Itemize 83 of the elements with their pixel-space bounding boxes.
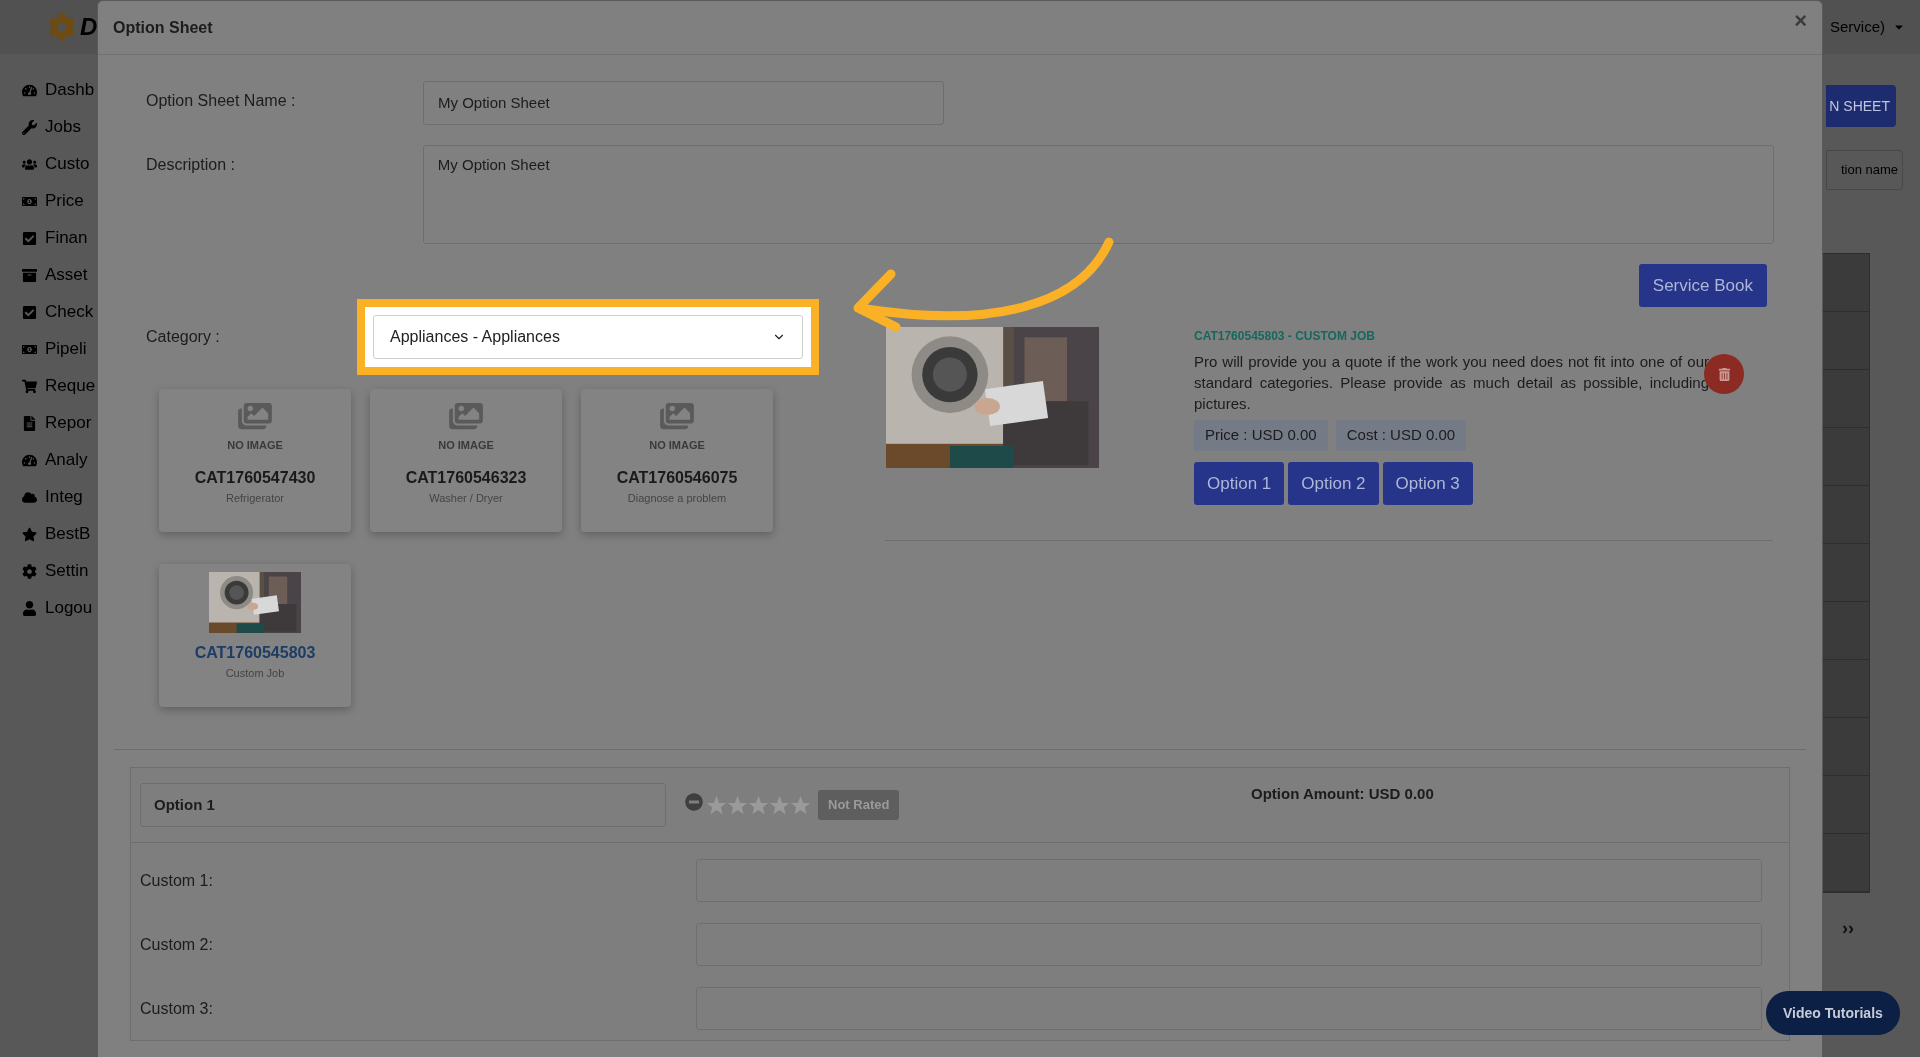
clear-rating-icon[interactable] <box>685 793 703 811</box>
wrench-icon <box>22 119 37 135</box>
option-button[interactable]: Option 1 <box>1194 462 1285 505</box>
no-image-text: NO IMAGE <box>649 438 705 453</box>
option-button[interactable]: Option 2 <box>1288 462 1379 505</box>
field-label: Custom 3: <box>140 998 214 1019</box>
trash-icon <box>1717 367 1731 381</box>
cart-icon <box>22 378 37 394</box>
sidebar-item[interactable]: Dashb <box>45 77 95 103</box>
sidebar-item[interactable]: Jobs <box>45 114 81 140</box>
star-icon[interactable] <box>769 794 790 816</box>
user-icon <box>22 600 37 616</box>
document-icon <box>22 415 37 431</box>
category-name: Washer / Dryer <box>429 491 503 506</box>
category-card[interactable]: CAT1760545803 Custom Job <box>159 564 351 707</box>
cost-tag: Cost : USD 0.00 <box>1335 420 1467 451</box>
archive-icon <box>22 267 37 283</box>
field-label: Custom 2: <box>140 934 214 955</box>
category-code: CAT1760546075 <box>616 468 738 488</box>
star-icon[interactable] <box>727 794 748 816</box>
field-label: Custom 1: <box>140 870 214 891</box>
service-book-button[interactable]: Service Book <box>1638 264 1767 307</box>
option-name-field[interactable]: Option 1 <box>140 783 666 827</box>
next-page-link[interactable]: ›› <box>1842 915 1854 942</box>
category-name: Custom Job <box>225 666 285 681</box>
category-name: Refrigerator <box>225 491 285 506</box>
category-code: CAT1760545803 <box>194 643 316 663</box>
price-tag: Price : USD 0.00 <box>1194 420 1328 451</box>
sidebar-item[interactable]: Settin <box>45 558 89 584</box>
settings-icon <box>22 563 37 579</box>
search-field[interactable]: tion name <box>1826 150 1903 190</box>
star-icon <box>22 526 37 542</box>
category-select[interactable]: Appliances - Appliances <box>373 315 803 359</box>
category-description: Pro will provide you a quote if the work you need does not fit into one of our standard categories. Please provide as much detail as possible, including pictures. <box>1194 352 1709 414</box>
video-tutorials-button[interactable]: Video Tutorials <box>1766 991 1900 1035</box>
category-code: CAT1760547430 <box>194 468 316 488</box>
sidebar-item[interactable]: Analy <box>45 447 88 473</box>
sidebar-item[interactable]: Integ <box>45 484 83 510</box>
category-detail-title: CAT1760545803 - CUSTOM JOB <box>1194 328 1376 345</box>
add-button[interactable]: N SHEET <box>1826 85 1896 127</box>
checkbox-icon <box>22 304 37 320</box>
category-code: CAT1760546323 <box>405 468 527 488</box>
input-field[interactable]: My Option Sheet <box>423 81 944 125</box>
no-image-text: NO IMAGE <box>438 438 494 453</box>
category-card[interactable]: NO IMAGE CAT1760547430 Refrigerator <box>159 389 351 532</box>
sidebar-item[interactable]: Check <box>45 299 94 325</box>
category-card[interactable]: NO IMAGE CAT1760546323 Washer / Dryer <box>370 389 562 532</box>
sidebar-item[interactable]: Finan <box>45 225 88 251</box>
dashboard-icon <box>22 82 37 98</box>
field-label: Description : <box>146 155 236 175</box>
logo-icon <box>48 13 76 41</box>
sidebar-item[interactable]: Custo <box>45 151 90 177</box>
logo-text: D <box>80 12 98 42</box>
category-card[interactable]: NO IMAGE CAT1760546075 Diagnose a problem <box>581 389 773 532</box>
sidebar-item[interactable]: BestB <box>45 521 91 547</box>
close-button[interactable]: × <box>1794 9 1807 32</box>
sidebar-item[interactable]: Repor <box>45 410 92 436</box>
checkbox-icon <box>22 230 37 246</box>
star-icon[interactable] <box>790 794 811 816</box>
dashboard-icon <box>22 452 37 468</box>
star-icon[interactable] <box>706 794 727 816</box>
rating-badge: Not Rated <box>818 790 900 820</box>
no-image-text: NO IMAGE <box>227 438 283 453</box>
field-label: Category : <box>146 327 221 347</box>
sidebar-item[interactable]: Price <box>45 188 84 214</box>
sidebar-item[interactable]: Logou <box>45 595 93 621</box>
category-name: Diagnose a problem <box>627 491 727 506</box>
star-icon[interactable] <box>748 794 769 816</box>
users-icon <box>22 156 37 172</box>
field-label: Option Sheet Name : <box>146 91 297 111</box>
option-amount: Option Amount: USD 0.00 <box>1251 784 1434 804</box>
account-menu[interactable]: Service) <box>1830 15 1885 39</box>
image-placeholder-icon <box>660 401 694 431</box>
text-area[interactable]: My Option Sheet <box>422 145 1774 244</box>
star-rating[interactable] <box>706 794 811 816</box>
sidebar-item[interactable]: Reque <box>45 373 96 399</box>
option-button[interactable]: Option 3 <box>1382 462 1473 505</box>
sidebar-item[interactable]: Pipeli <box>45 336 87 362</box>
dialog-title: Option Sheet <box>113 17 213 38</box>
cloud-icon <box>22 489 37 505</box>
sidebar-item[interactable]: Asset <box>45 262 88 288</box>
image-placeholder-icon <box>238 401 272 431</box>
image-placeholder-icon <box>449 401 483 431</box>
